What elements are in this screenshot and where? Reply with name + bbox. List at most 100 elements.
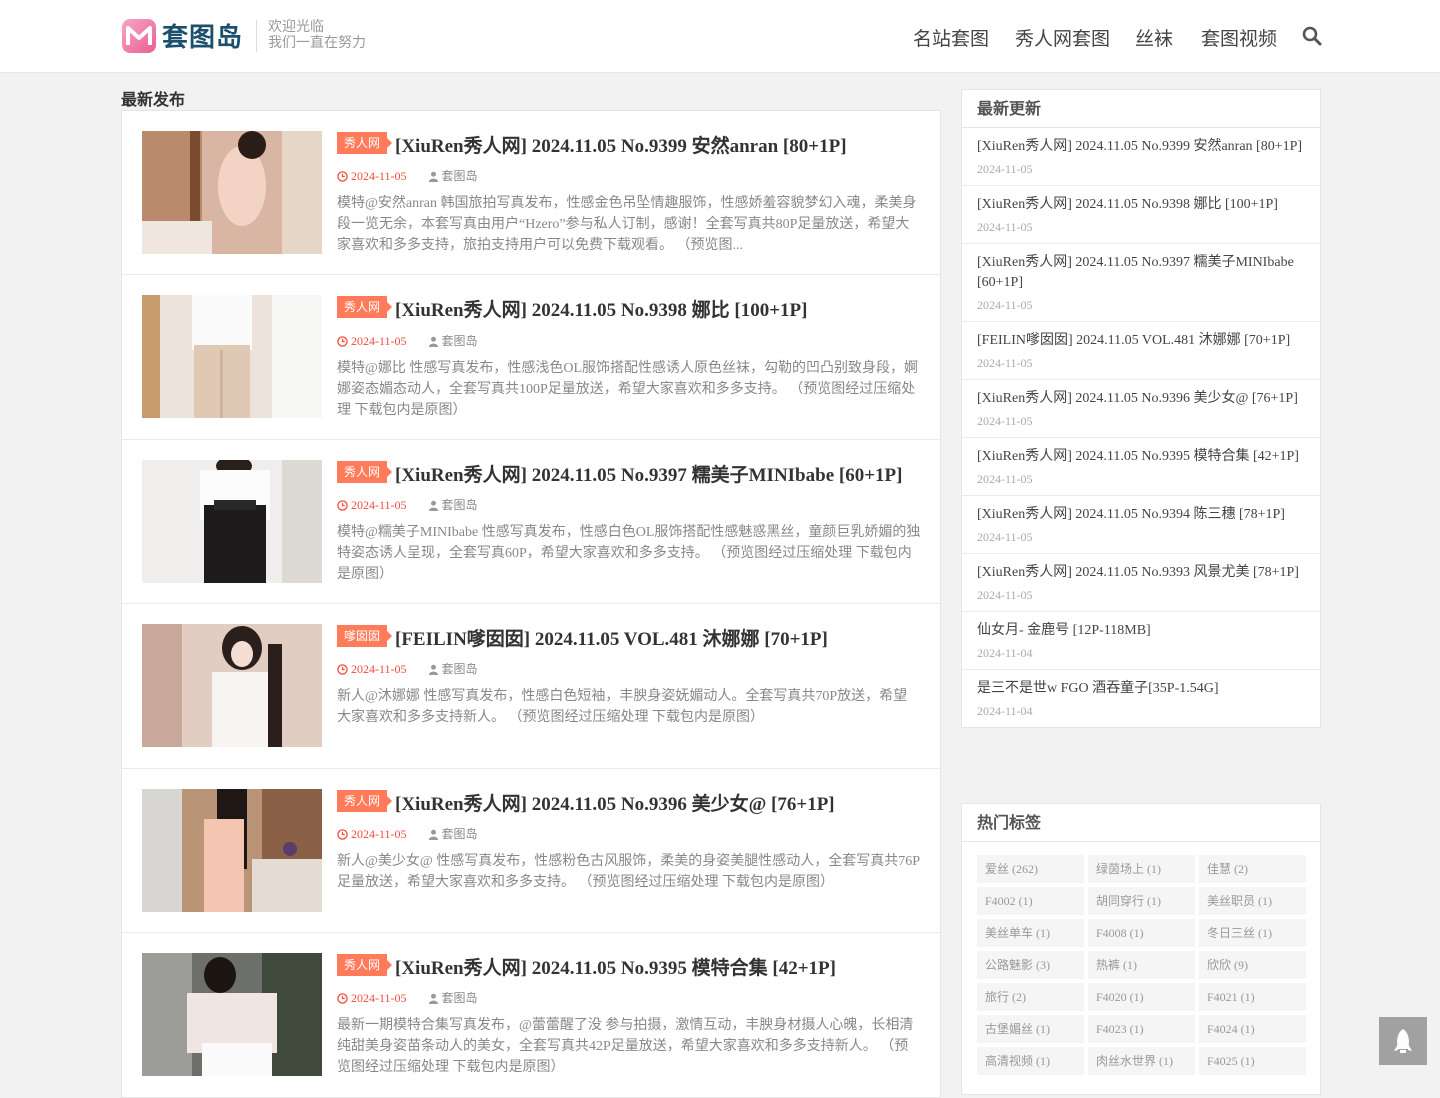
recent-item[interactable]: 是三不是世w FGO 酒吞童子[35P-1.54G] 2024-11-04	[962, 670, 1320, 727]
tag-item[interactable]: F4020 (1)	[1088, 983, 1195, 1011]
post-title[interactable]: [XiuRen秀人网] 2024.11.05 No.9395 模特合集 [42+…	[395, 953, 836, 980]
category-badge[interactable]: 秀人网	[337, 132, 393, 154]
post-meta: 2024-11-05 套图岛	[337, 989, 478, 1006]
tag-item[interactable]: 古堡媚丝 (1)	[977, 1015, 1084, 1043]
recent-date: 2024-11-05	[977, 588, 1033, 602]
site-header: 套图岛 欢迎光临 我们一直在努力 名站套图 秀人网套图 丝袜 套图视频	[0, 0, 1440, 73]
logo-icon[interactable]	[122, 19, 156, 53]
post-thumbnail[interactable]	[142, 953, 322, 1076]
tagline-line-1: 欢迎光临	[268, 19, 324, 35]
recent-title[interactable]: [XiuRen秀人网] 2024.11.05 No.9397 糯美子MINIba…	[977, 253, 1305, 293]
user-icon	[428, 336, 438, 347]
post-author[interactable]: 套图岛	[442, 827, 478, 841]
tag-item[interactable]: 热裤 (1)	[1088, 951, 1195, 979]
post-item: 秀人网 [XiuRen秀人网] 2024.11.05 No.9398 娜比 [1…	[122, 275, 940, 440]
clock-icon	[337, 664, 348, 675]
recent-title[interactable]: [FEILIN嗲囡囡] 2024.11.05 VOL.481 沐娜娜 [70+1…	[977, 331, 1305, 351]
category-badge[interactable]: 秀人网	[337, 954, 393, 976]
post-meta: 2024-11-05 套图岛	[337, 825, 478, 842]
recent-title[interactable]: 是三不是世w FGO 酒吞童子[35P-1.54G]	[977, 679, 1305, 699]
tag-item[interactable]: 胡同穿行 (1)	[1088, 887, 1195, 915]
post-author[interactable]: 套图岛	[442, 498, 478, 512]
post-author[interactable]: 套图岛	[442, 662, 478, 676]
tags-widget: 热门标签 爱丝 (262) 绿茵场上 (1) 佳慧 (2) F4002 (1) …	[961, 803, 1321, 1095]
tag-item[interactable]: 爱丝 (262)	[977, 855, 1084, 883]
category-badge[interactable]: 秀人网	[337, 790, 393, 812]
post-thumbnail[interactable]	[142, 460, 322, 583]
recent-item[interactable]: 仙女月- 金鹿号 [12P-118MB] 2024-11-04	[962, 612, 1320, 670]
post-excerpt: 新人@沐娜娜 性感写真发布，性感白色短袖，丰腴身姿妩媚动人。全套写真共70P放送…	[337, 689, 908, 725]
tag-item[interactable]: 高清视频 (1)	[977, 1047, 1084, 1075]
post-thumbnail[interactable]	[142, 789, 322, 912]
category-badge[interactable]: 秀人网	[337, 296, 393, 318]
recent-item[interactable]: [XiuRen秀人网] 2024.11.05 No.9393 风景尤美 [78+…	[962, 554, 1320, 612]
recent-title[interactable]: [XiuRen秀人网] 2024.11.05 No.9396 美少女@ [76+…	[977, 389, 1305, 409]
post-author[interactable]: 套图岛	[442, 334, 478, 348]
tag-item[interactable]: F4025 (1)	[1199, 1047, 1306, 1075]
category-badge[interactable]: 秀人网	[337, 461, 393, 483]
logo-text[interactable]: 套图岛	[162, 17, 243, 54]
search-icon[interactable]	[1302, 26, 1322, 46]
post-title[interactable]: [XiuRen秀人网] 2024.11.05 No.9398 娜比 [100+1…	[395, 295, 807, 322]
tag-item[interactable]: 美丝单车 (1)	[977, 919, 1084, 947]
post-meta: 2024-11-05 套图岛	[337, 660, 478, 677]
user-icon	[428, 993, 438, 1004]
tag-item[interactable]: F4008 (1)	[1088, 919, 1195, 947]
back-to-top-button[interactable]	[1379, 1017, 1427, 1065]
post-item: 嗲囡囡 [FEILIN嗲囡囡] 2024.11.05 VOL.481 沐娜娜 […	[122, 604, 940, 769]
tag-item[interactable]: 佳慧 (2)	[1199, 855, 1306, 883]
post-meta: 2024-11-05 套图岛	[337, 332, 478, 349]
logo-divider	[256, 20, 257, 52]
rocket-icon	[1394, 1029, 1412, 1053]
recent-item[interactable]: [XiuRen秀人网] 2024.11.05 No.9394 陈三穗 [78+1…	[962, 496, 1320, 554]
tag-item[interactable]: 绿茵场上 (1)	[1088, 855, 1195, 883]
tag-item[interactable]: F4002 (1)	[977, 887, 1084, 915]
recent-item[interactable]: [XiuRen秀人网] 2024.11.05 No.9396 美少女@ [76+…	[962, 380, 1320, 438]
recent-item[interactable]: [XiuRen秀人网] 2024.11.05 No.9399 安然anran […	[962, 128, 1320, 186]
tag-item[interactable]: 冬日三丝 (1)	[1199, 919, 1306, 947]
post-list: 秀人网 [XiuRen秀人网] 2024.11.05 No.9399 安然anr…	[121, 110, 941, 1098]
post-thumbnail[interactable]	[142, 624, 322, 747]
tag-item[interactable]: 肉丝水世界 (1)	[1088, 1047, 1195, 1075]
post-title[interactable]: [XiuRen秀人网] 2024.11.05 No.9396 美少女@ [76+…	[395, 789, 835, 816]
recent-item[interactable]: [XiuRen秀人网] 2024.11.05 No.9397 糯美子MINIba…	[962, 244, 1320, 322]
category-badge[interactable]: 嗲囡囡	[337, 625, 393, 647]
section-title: 最新发布	[121, 90, 186, 109]
clock-icon	[337, 500, 348, 511]
post-title[interactable]: [XiuRen秀人网] 2024.11.05 No.9399 安然anran […	[395, 131, 847, 158]
tagline: 欢迎光临 我们一直在努力	[268, 19, 366, 51]
recent-title[interactable]: [XiuRen秀人网] 2024.11.05 No.9398 娜比 [100+1…	[977, 195, 1305, 215]
recent-title[interactable]: [XiuRen秀人网] 2024.11.05 No.9395 模特合集 [42+…	[977, 447, 1305, 467]
recent-title[interactable]: [XiuRen秀人网] 2024.11.05 No.9394 陈三穗 [78+1…	[977, 505, 1305, 525]
post-title[interactable]: [XiuRen秀人网] 2024.11.05 No.9397 糯美子MINIba…	[395, 460, 902, 487]
recent-title[interactable]: [XiuRen秀人网] 2024.11.05 No.9393 风景尤美 [78+…	[977, 563, 1305, 583]
nav-item-video[interactable]: 套图视频	[1201, 24, 1277, 51]
tag-item[interactable]: F4024 (1)	[1199, 1015, 1306, 1043]
post-title[interactable]: [FEILIN嗲囡囡] 2024.11.05 VOL.481 沐娜娜 [70+1…	[395, 624, 828, 651]
tag-item[interactable]: 公路魅影 (3)	[977, 951, 1084, 979]
recent-date: 2024-11-04	[977, 646, 1033, 660]
tag-item[interactable]: 欣欣 (9)	[1199, 951, 1306, 979]
recent-date: 2024-11-05	[977, 298, 1033, 312]
recent-date: 2024-11-05	[977, 356, 1033, 370]
tag-item[interactable]: F4023 (1)	[1088, 1015, 1195, 1043]
nav-item-stockings[interactable]: 丝袜	[1135, 24, 1173, 51]
post-author[interactable]: 套图岛	[442, 169, 478, 183]
recent-title[interactable]: [XiuRen秀人网] 2024.11.05 No.9399 安然anran […	[977, 137, 1305, 157]
clock-icon	[337, 336, 348, 347]
tag-item[interactable]: 旅行 (2)	[977, 983, 1084, 1011]
recent-date: 2024-11-05	[977, 220, 1033, 234]
post-excerpt: 模特@娜比 性感写真发布，性感浅色OL服饰搭配性感诱人原色丝袜，勾勒的凹凸别致身…	[337, 361, 919, 418]
tag-item[interactable]: F4021 (1)	[1199, 983, 1306, 1011]
post-thumbnail[interactable]	[142, 131, 322, 254]
nav-item-famous[interactable]: 名站套图	[913, 24, 989, 51]
recent-item[interactable]: [FEILIN嗲囡囡] 2024.11.05 VOL.481 沐娜娜 [70+1…	[962, 322, 1320, 380]
recent-title[interactable]: 仙女月- 金鹿号 [12P-118MB]	[977, 621, 1305, 641]
tag-item[interactable]: 美丝职员 (1)	[1199, 887, 1306, 915]
post-thumbnail[interactable]	[142, 295, 322, 418]
recent-item[interactable]: [XiuRen秀人网] 2024.11.05 No.9398 娜比 [100+1…	[962, 186, 1320, 244]
post-author[interactable]: 套图岛	[442, 991, 478, 1005]
user-icon	[428, 171, 438, 182]
recent-item[interactable]: [XiuRen秀人网] 2024.11.05 No.9395 模特合集 [42+…	[962, 438, 1320, 496]
nav-item-xiuren[interactable]: 秀人网套图	[1015, 24, 1110, 51]
